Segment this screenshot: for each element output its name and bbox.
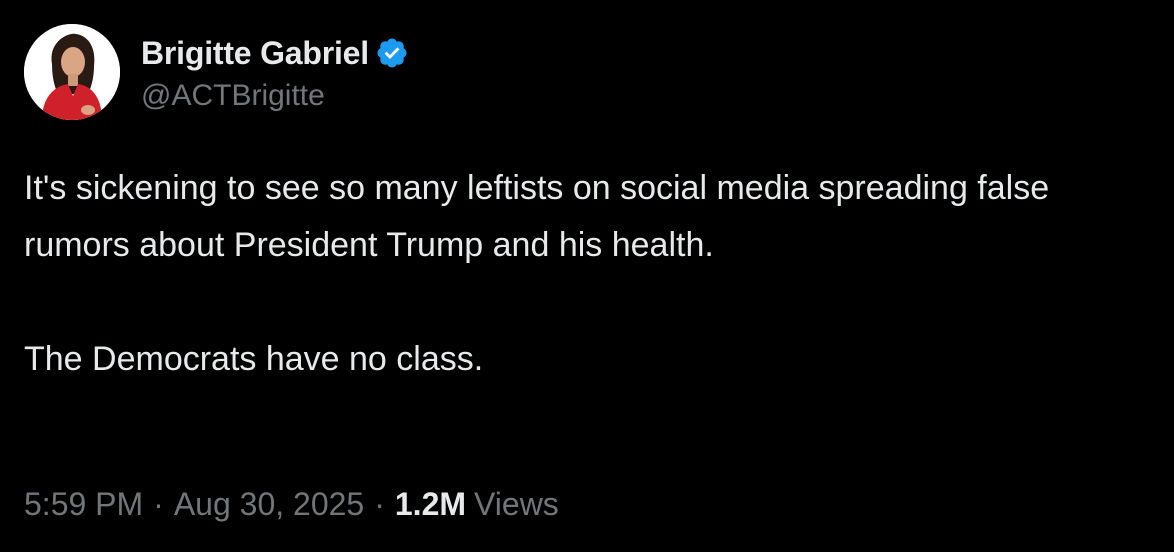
tweet-header: Brigitte Gabriel @ACTBrigitte — [24, 24, 409, 120]
meta-separator: · — [374, 486, 385, 522]
author-display-name[interactable]: Brigitte Gabriel — [141, 35, 369, 72]
author-names: Brigitte Gabriel @ACTBrigitte — [141, 31, 409, 113]
verified-badge-icon[interactable] — [375, 36, 409, 70]
avatar[interactable] — [24, 24, 120, 120]
tweet-text: It's sickening to see so many leftists o… — [24, 160, 1144, 388]
author-handle[interactable]: @ACTBrigitte — [141, 79, 409, 113]
display-name-row: Brigitte Gabriel — [141, 31, 409, 75]
views-count: 1.2M — [394, 486, 467, 522]
tweet-paragraph: The Democrats have no class. — [24, 340, 484, 378]
tweet-date[interactable]: Aug 30, 2025 — [174, 486, 364, 523]
tweet-time[interactable]: 5:59 PM — [24, 486, 143, 523]
tweet-paragraph: It's sickening to see so many leftists o… — [24, 169, 1050, 264]
tweet-card: Brigitte Gabriel @ACTBrigitte It's sicke… — [0, 0, 1174, 552]
tweet-meta: 5:59 PM · Aug 30, 2025 · 1.2M Views — [24, 486, 559, 523]
views-label[interactable]: Views — [474, 486, 559, 523]
avatar-photo — [24, 24, 120, 120]
meta-separator: · — [153, 486, 164, 522]
